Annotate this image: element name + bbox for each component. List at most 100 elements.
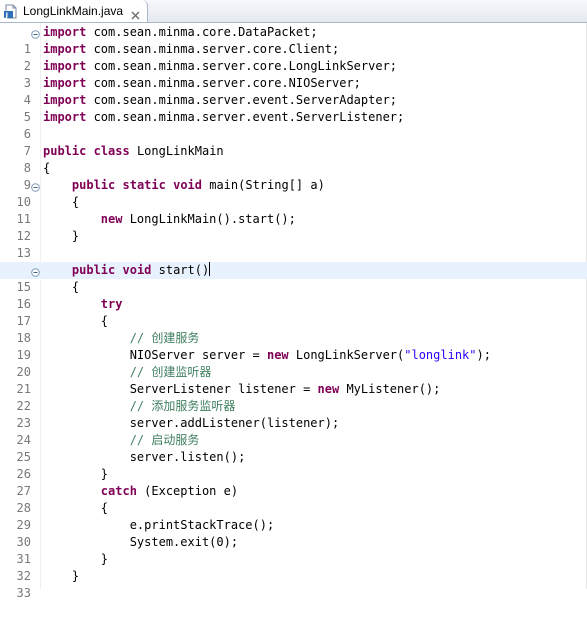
keyword: public [43,144,87,158]
code-text: { [43,161,51,175]
keyword: import [43,110,87,124]
code-text: { [43,501,109,515]
code-text: { [43,280,80,294]
code-line-9: 9 { [0,160,587,192]
fold-collapse-icon[interactable] [31,180,40,192]
keyword: void [122,263,152,277]
code-line-8: 8 public class LongLinkMain [0,143,587,175]
keyword: import [43,59,87,73]
code-line-22: 22 ServerListener listener = new MyListe… [0,381,587,413]
code-text: server.addListener(listener); [43,416,340,430]
keyword: import [43,42,87,56]
keyword: new [317,382,340,396]
code-text: } [43,229,80,243]
keyword: public [71,263,116,277]
code-line-31: 31 System.exit(0); [0,534,587,566]
close-icon[interactable] [130,6,141,19]
code-line-10: 10 public static void main(String[] a) [0,177,587,209]
code-line-3: 3 import com.sean.minma.server.core.Long… [0,58,587,90]
code-line-28: 28 catch (Exception e) [0,483,587,515]
code-line-5: 5 import com.sean.minma.server.event.Ser… [0,92,587,124]
code-text: com.sean.minma.server.core.LongLinkServe… [86,59,398,73]
code-text: MyListener(); [339,382,441,396]
code-line-1: 1 import com.sean.minma.core.DataPacket; [0,24,587,56]
code-text: } [43,569,80,583]
svg-text:J: J [5,11,8,19]
code-line-20: 20 NIOServer server = new LongLinkServer… [0,347,587,379]
keyword: new [266,348,289,362]
code-comment: // 创建服务 [43,331,200,345]
code-line-13: 13 } [0,228,587,260]
tab-title: LongLinkMain.java [23,4,124,18]
code-text: { [43,195,80,209]
code-line-11: 11 { [0,194,587,226]
keyword: void [173,178,202,192]
keyword: import [43,93,87,107]
code-text: ServerListener listener = [43,382,318,396]
code-line-17: 17 try [0,296,587,328]
editor-tab-bar: J LongLinkMain.java [0,0,587,23]
code-comment: // 添加服务监听器 [43,399,236,413]
code-line-6: 6 import com.sean.minma.server.event.Ser… [0,109,587,141]
code-text: server.listen(); [43,450,246,464]
code-editor[interactable]: 1 import com.sean.minma.core.DataPacket;… [0,23,587,600]
code-text: main(String[] a) [202,178,325,192]
code-text: com.sean.minma.server.event.ServerAdapte… [86,93,398,107]
code-text: com.sean.minma.server.core.Client; [86,42,340,56]
code-line-15-current: 15 public void start() [0,262,587,294]
text-caret [209,262,211,276]
code-line-33: 33 } [0,568,587,600]
code-text: (Exception e) [136,484,239,498]
code-line-25: 25 // 启动服务 [0,432,587,464]
keyword: public [71,178,116,192]
code-line-24: 24 server.addListener(listener); [0,415,587,447]
keyword: static [122,178,166,192]
code-line-14: 14 [0,245,587,277]
code-line-27: 27 } [0,466,587,498]
code-text: com.sean.minma.server.event.ServerListen… [86,110,405,124]
code-text: LongLinkServer( [288,348,405,362]
code-line-32: 32 } [0,551,587,583]
code-line-18: 18 { [0,313,587,345]
code-line-26: 26 server.listen(); [0,449,587,481]
code-line-30: 30 e.printStackTrace(); [0,517,587,549]
keyword: catch [100,484,137,498]
java-file-icon: J [4,4,18,19]
code-line-19: 19 // 创建服务 [0,330,587,362]
code-comment: // 启动服务 [43,433,200,447]
string-literal: "longlink" [404,348,477,362]
tab-longlinkmain-java[interactable]: J LongLinkMain.java [0,0,148,22]
code-text: start() [151,263,210,277]
code-text: ); [476,348,491,362]
code-line-4: 4 import com.sean.minma.server.core.NIOS… [0,75,587,107]
code-text: NIOServer server = [43,348,267,362]
code-text: LongLinkMain [129,144,224,158]
code-line-2: 2 import com.sean.minma.server.core.Clie… [0,41,587,73]
code-text: com.sean.minma.server.core.NIOServer; [86,76,361,90]
code-text: e.printStackTrace(); [43,518,275,532]
keyword: import [43,76,87,90]
line-number: 33 [16,586,31,600]
keyword: import [43,25,87,39]
code-text: System.exit(0); [43,535,239,549]
code-line-12: 12 new LongLinkMain().start(); [0,211,587,243]
fold-collapse-icon[interactable] [31,27,40,39]
keyword: class [93,144,130,158]
code-line-23: 23 // 添加服务监听器 [0,398,587,430]
code-text: { [43,314,109,328]
keyword: new [100,212,123,226]
code-text: } [43,467,109,481]
code-text: LongLinkMain().start(); [122,212,296,226]
code-text: } [43,552,109,566]
code-line-7: 7 [0,126,587,158]
code-comment: // 创建监听器 [43,365,212,379]
code-text: com.sean.minma.core.DataPacket; [86,25,318,39]
fold-collapse-icon[interactable] [31,265,40,277]
code-line-21: 21 // 创建监听器 [0,364,587,396]
keyword: try [100,297,123,311]
code-line-16: 16 { [0,279,587,311]
code-line-29: 29 { [0,500,587,532]
